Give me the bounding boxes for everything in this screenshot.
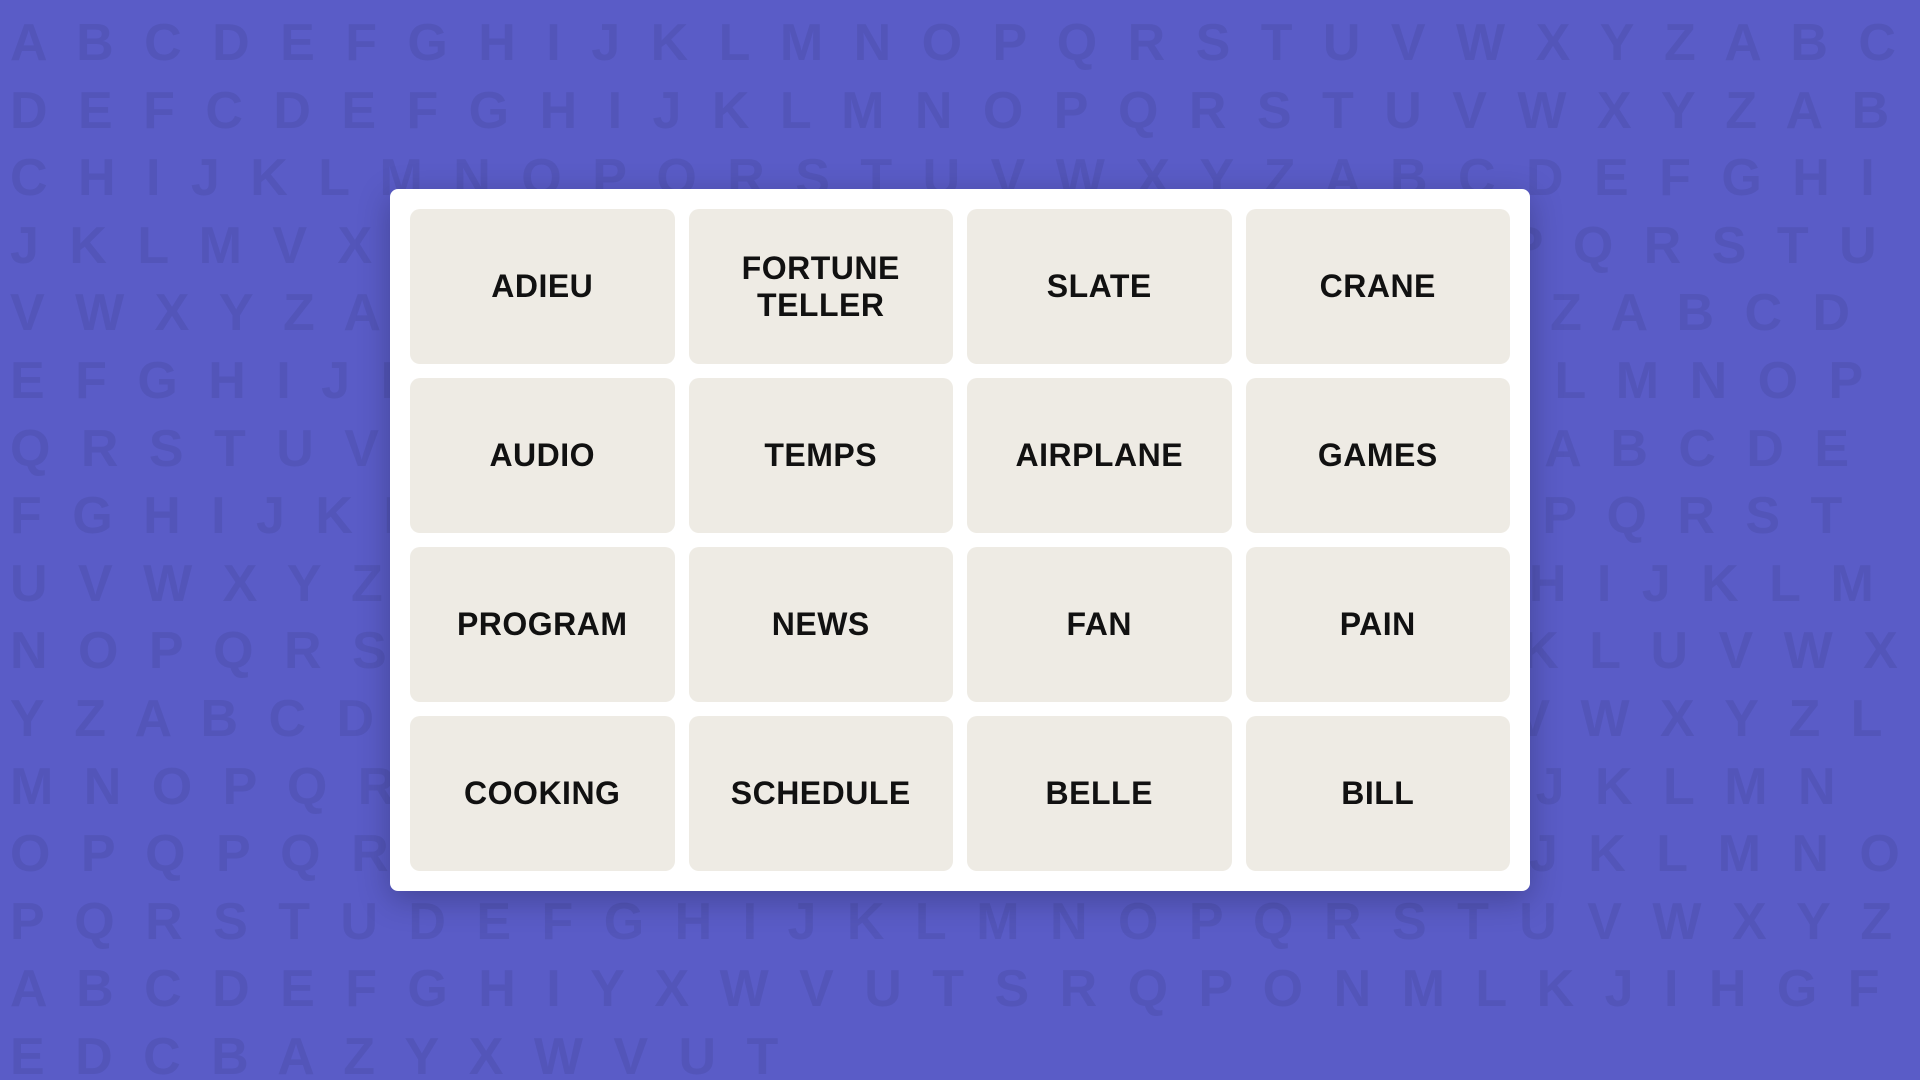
tile-label-9: PROGRAM bbox=[447, 596, 638, 653]
tile-8[interactable]: GAMES bbox=[1246, 378, 1511, 533]
tile-9[interactable]: PROGRAM bbox=[410, 547, 675, 702]
tile-label-4: CRANE bbox=[1310, 258, 1446, 315]
tile-11[interactable]: FAN bbox=[967, 547, 1232, 702]
tile-label-5: AUDIO bbox=[479, 427, 605, 484]
tile-label-16: BILL bbox=[1331, 765, 1424, 822]
tile-13[interactable]: COOKING bbox=[410, 716, 675, 871]
tile-10[interactable]: NEWS bbox=[689, 547, 954, 702]
tile-16[interactable]: BILL bbox=[1246, 716, 1511, 871]
tile-label-8: GAMES bbox=[1308, 427, 1448, 484]
tile-15[interactable]: BELLE bbox=[967, 716, 1232, 871]
tile-label-3: SLATE bbox=[1037, 258, 1162, 315]
tile-label-10: NEWS bbox=[762, 596, 880, 653]
tile-label-6: TEMPS bbox=[754, 427, 887, 484]
tile-1[interactable]: ADIEU bbox=[410, 209, 675, 364]
tile-4[interactable]: CRANE bbox=[1246, 209, 1511, 364]
tile-label-1: ADIEU bbox=[481, 258, 603, 315]
tile-3[interactable]: SLATE bbox=[967, 209, 1232, 364]
tile-14[interactable]: SCHEDULE bbox=[689, 716, 954, 871]
tile-label-13: COOKING bbox=[454, 765, 630, 822]
tile-2[interactable]: FORTUNE TELLER bbox=[689, 209, 954, 364]
tile-label-11: FAN bbox=[1057, 596, 1143, 653]
word-grid: ADIEU FORTUNE TELLER SLATE CRANE AUDIO TEMPS A… bbox=[410, 209, 1510, 871]
tile-7[interactable]: AIRPLANE bbox=[967, 378, 1232, 533]
tile-6[interactable]: TEMPS bbox=[689, 378, 954, 533]
tile-label-2: FORTUNE TELLER bbox=[732, 240, 910, 334]
tile-label-15: BELLE bbox=[1036, 765, 1163, 822]
tile-12[interactable]: PAIN bbox=[1246, 547, 1511, 702]
tile-5[interactable]: AUDIO bbox=[410, 378, 675, 533]
tile-label-14: SCHEDULE bbox=[721, 765, 921, 822]
card-panel: ADIEU FORTUNE TELLER SLATE CRANE AUDIO TEMPS A… bbox=[390, 189, 1530, 891]
tile-label-7: AIRPLANE bbox=[1005, 427, 1193, 484]
tile-label-12: PAIN bbox=[1330, 596, 1426, 653]
